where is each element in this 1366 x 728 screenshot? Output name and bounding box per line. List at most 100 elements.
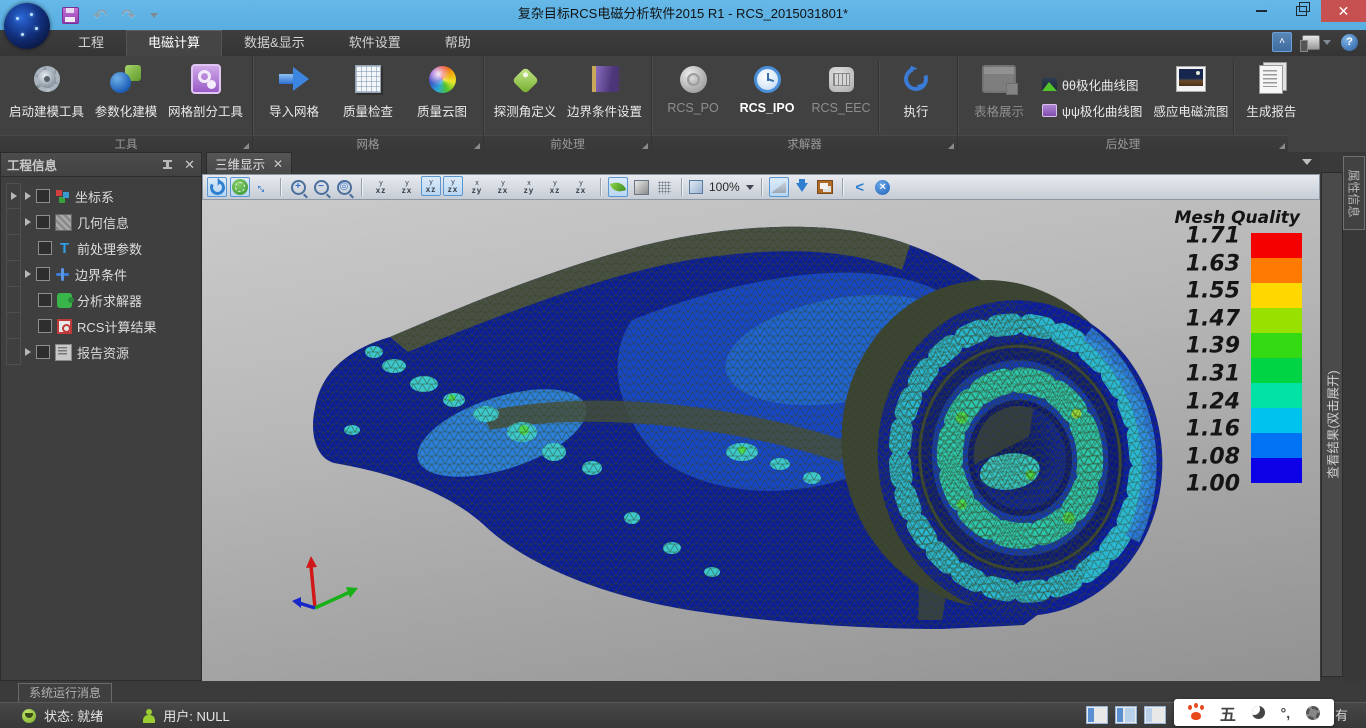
start-modeling-tool-button[interactable]: 启动建模工具 bbox=[4, 59, 89, 135]
zoom-fit-button[interactable]: ◎ bbox=[334, 177, 354, 197]
ime-mode-button[interactable]: 五 bbox=[1220, 701, 1236, 725]
import-view-button[interactable] bbox=[792, 177, 812, 197]
psi-polarization-curve-button[interactable]: ψψ极化曲线图 bbox=[1042, 101, 1142, 120]
import-mesh-button[interactable]: 导入网格 bbox=[257, 59, 331, 135]
tab-label: 查看结果(双击展开) bbox=[1323, 370, 1342, 478]
view-orientation-button[interactable]: yzx bbox=[395, 176, 419, 198]
dialog-launcher-icon[interactable] bbox=[243, 143, 249, 149]
checkbox[interactable] bbox=[36, 189, 50, 203]
checkbox[interactable] bbox=[38, 293, 52, 307]
app-logo[interactable] bbox=[4, 3, 50, 49]
checkbox[interactable] bbox=[36, 267, 50, 281]
legend-value: 1.24 bbox=[1186, 389, 1240, 414]
system-message-tab[interactable]: 系统运行消息 bbox=[18, 683, 112, 703]
dialog-launcher-icon[interactable] bbox=[1279, 143, 1285, 149]
expander-icon[interactable] bbox=[25, 192, 31, 200]
detection-angle-button[interactable]: 探测角定义 bbox=[488, 59, 562, 135]
ime-punctuation-button[interactable]: °, bbox=[1281, 705, 1291, 721]
window-copy-button[interactable] bbox=[815, 177, 835, 197]
gutter-arrow-icon[interactable] bbox=[11, 192, 17, 200]
properties-panel-tab[interactable]: 属性信息 bbox=[1343, 156, 1365, 230]
legend-value: 1.63 bbox=[1186, 251, 1240, 276]
zoom-level-combo[interactable]: 100% bbox=[689, 177, 754, 197]
tab-software-settings[interactable]: 软件设置 bbox=[327, 30, 423, 56]
ime-moon-icon[interactable] bbox=[1252, 706, 1265, 719]
zoom-out-button[interactable]: − bbox=[311, 177, 331, 197]
tree-item-report-resources[interactable]: 报告资源 bbox=[25, 339, 201, 365]
tree-item-analysis-solver[interactable]: 分析求解器 bbox=[25, 287, 201, 313]
pan-zoom-button[interactable]: ↔ bbox=[253, 177, 273, 197]
legend-value: 1.55 bbox=[1186, 278, 1240, 303]
collapse-ribbon-button[interactable]: ˄ bbox=[1272, 32, 1292, 52]
parametric-modeling-button[interactable]: 参数化建模 bbox=[89, 59, 163, 135]
execute-button[interactable]: 执行 bbox=[878, 59, 953, 135]
tree-item-preprocess-params[interactable]: 前处理参数 bbox=[25, 235, 201, 261]
view-orientation-button[interactable]: yxz bbox=[543, 176, 567, 198]
generate-report-button[interactable]: 生成报告 bbox=[1233, 59, 1308, 135]
layout-bottom-button[interactable] bbox=[1144, 706, 1166, 724]
tab-project[interactable]: 工程 bbox=[56, 30, 126, 56]
checkbox[interactable] bbox=[36, 215, 50, 229]
quality-check-button[interactable]: 质量检查 bbox=[331, 59, 405, 135]
view-orientation-button[interactable]: yxz bbox=[421, 176, 441, 196]
dialog-launcher-icon[interactable] bbox=[474, 143, 480, 149]
rotate-view-button[interactable] bbox=[207, 177, 227, 197]
clear-view-button[interactable]: × bbox=[873, 177, 893, 197]
tab-em-computation[interactable]: 电磁计算 bbox=[126, 30, 222, 56]
group-label: 求解器 bbox=[787, 136, 822, 152]
results-panel-collapsed[interactable]: 查看结果(双击展开) bbox=[1321, 172, 1343, 677]
expander-icon[interactable] bbox=[25, 348, 31, 356]
group-label: 网格 bbox=[357, 136, 380, 152]
pin-icon[interactable] bbox=[163, 160, 172, 169]
induced-current-map-button[interactable]: 感应电磁流图 bbox=[1148, 59, 1233, 135]
tab-data-display[interactable]: 数据&显示 bbox=[222, 30, 327, 56]
tree-item-boundary-conditions[interactable]: 边界条件 bbox=[25, 261, 201, 287]
share-view-button[interactable]: < bbox=[850, 177, 870, 197]
restore-button[interactable] bbox=[1281, 0, 1321, 22]
layout-left-button[interactable] bbox=[1086, 706, 1108, 724]
tab-help[interactable]: 帮助 bbox=[423, 30, 493, 56]
theta-polarization-curve-button[interactable]: θθ极化曲线图 bbox=[1042, 75, 1142, 94]
dialog-launcher-icon[interactable] bbox=[948, 143, 954, 149]
mesh-display-button[interactable] bbox=[769, 177, 789, 197]
close-panel-icon[interactable]: ✕ bbox=[184, 158, 195, 171]
ime-settings-icon[interactable] bbox=[1306, 706, 1320, 720]
display-style-button[interactable] bbox=[1302, 35, 1331, 50]
view-orientation-button[interactable]: yzx bbox=[491, 176, 515, 198]
expander-icon[interactable] bbox=[25, 270, 31, 278]
dialog-launcher-icon[interactable] bbox=[642, 143, 648, 149]
rcs-ipo-button[interactable]: RCS_IPO bbox=[730, 59, 804, 135]
view-orientation-button[interactable]: xzy bbox=[517, 176, 541, 198]
help-button[interactable]: ? bbox=[1341, 34, 1358, 51]
shaded-view-button[interactable] bbox=[631, 177, 651, 197]
boundary-condition-settings-button[interactable]: 边界条件设置 bbox=[562, 59, 647, 135]
close-button[interactable]: ✕ bbox=[1321, 0, 1366, 22]
ime-paw-icon[interactable] bbox=[1188, 705, 1204, 720]
view-orientation-button[interactable]: yxz bbox=[369, 176, 393, 198]
view-orientation-button[interactable]: xzy bbox=[465, 176, 489, 198]
close-tab-icon[interactable]: ✕ bbox=[273, 158, 283, 170]
checkbox[interactable] bbox=[38, 241, 52, 255]
expander-icon[interactable] bbox=[25, 218, 31, 226]
smooth-shading-button[interactable] bbox=[608, 177, 628, 197]
quality-cloud-map-button[interactable]: 质量云图 bbox=[405, 59, 479, 135]
axis-triad bbox=[292, 556, 358, 608]
3d-canvas[interactable]: Mesh Quality 1.711.631.551.471.391.311.2… bbox=[202, 200, 1320, 681]
boundary-icon bbox=[55, 267, 70, 282]
tree-item-rcs-results[interactable]: RCS计算结果 bbox=[25, 313, 201, 339]
checkbox[interactable] bbox=[36, 345, 50, 359]
minimize-button[interactable] bbox=[1241, 0, 1281, 22]
monitor-icon bbox=[1302, 35, 1320, 50]
tab-3d-display[interactable]: 三维显示 ✕ bbox=[206, 152, 292, 174]
view-orientation-button[interactable]: yzx bbox=[443, 176, 463, 196]
view-orientation-button[interactable]: yzx bbox=[569, 176, 593, 198]
points-view-button[interactable] bbox=[654, 177, 674, 197]
orbit-button[interactable] bbox=[230, 177, 250, 197]
mesh-partition-tool-button[interactable]: 网格剖分工具 bbox=[163, 59, 248, 135]
layout-split-button[interactable] bbox=[1115, 706, 1137, 724]
zoom-in-button[interactable]: + bbox=[288, 177, 308, 197]
checkbox[interactable] bbox=[38, 319, 52, 333]
tab-list-dropdown-icon[interactable] bbox=[1302, 159, 1312, 165]
tree-item-geometry-info[interactable]: 几何信息 bbox=[25, 209, 201, 235]
tree-item-coordinate-system[interactable]: 坐标系 bbox=[25, 183, 201, 209]
